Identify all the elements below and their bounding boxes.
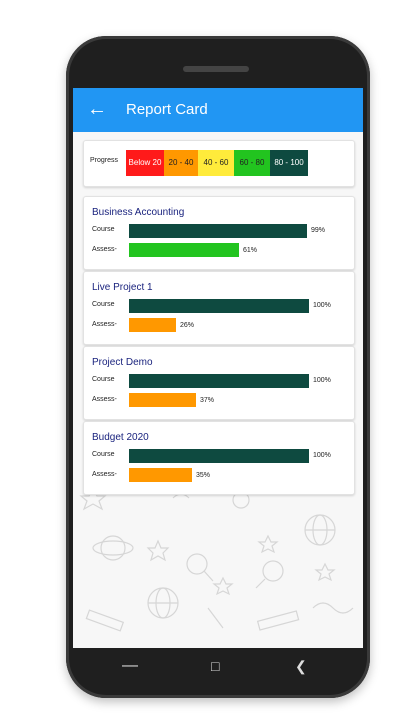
assessment-percentage: 26% (180, 322, 195, 329)
legend-range-below-20: Below 20 (126, 150, 164, 176)
ruler-doodle-icon (85, 609, 125, 632)
course-row-label: Course (92, 226, 115, 233)
magnifier-doodle-icon (262, 560, 284, 582)
assessment-percentage: 37% (200, 397, 215, 404)
assessment-percentage: 35% (196, 472, 211, 479)
course-progress-bar (129, 374, 309, 388)
course-row-label: Course (92, 376, 115, 383)
legend-range-80-100: 80 - 100 (270, 150, 308, 176)
progress-legend: Below 20 20 - 40 40 - 60 60 - 80 80 - 10… (126, 150, 308, 176)
back-triangle-icon[interactable]: ❮ (295, 658, 307, 674)
app-bar: ← Report Card (73, 88, 363, 132)
course-percentage: 100% (313, 452, 331, 459)
legend-range-60-80: 60 - 80 (234, 150, 270, 176)
atom-orbit-doodle-icon (92, 540, 134, 556)
paperclip-doodle-icon (312, 602, 354, 614)
course-title: Business Accounting (92, 207, 185, 218)
course-row-label: Course (92, 451, 115, 458)
course-card[interactable]: Budget 2020 Course 100% Assess- 35% (83, 421, 355, 495)
course-card[interactable]: Project Demo Course 100% Assess- 37% (83, 346, 355, 420)
assessment-row-label: Assess- (92, 246, 117, 253)
course-card[interactable]: Live Project 1 Course 100% Assess- 26% (83, 271, 355, 345)
star-doodle-icon (257, 534, 279, 554)
atom-doodle-icon (100, 535, 126, 561)
assessment-percentage: 61% (243, 247, 258, 254)
legend-range-20-40: 20 - 40 (164, 150, 198, 176)
star-doodle-icon (212, 576, 234, 596)
app-screen: ← Report Card Progress Below 20 20 - 40 … (73, 88, 363, 648)
star-doodle-icon (146, 539, 170, 562)
page-title: Report Card (126, 101, 208, 118)
assessment-row-label: Assess- (92, 471, 117, 478)
assessment-progress-bar (129, 243, 239, 257)
system-nav-bar: — □ ❮ (73, 648, 363, 686)
progress-legend-card: Progress Below 20 20 - 40 40 - 60 60 - 8… (83, 140, 355, 187)
assessment-row-label: Assess- (92, 396, 117, 403)
assessment-progress-bar (129, 393, 196, 407)
assessment-progress-bar (129, 468, 192, 482)
recents-square-icon[interactable]: — (122, 658, 138, 674)
course-progress-bar (129, 449, 309, 463)
course-percentage: 100% (313, 302, 331, 309)
course-progress-bar (129, 299, 309, 313)
star-doodle-icon (314, 562, 336, 582)
speaker-grille (183, 66, 249, 72)
assessment-row-label: Assess- (92, 321, 117, 328)
course-title: Live Project 1 (92, 282, 153, 293)
course-progress-bar (129, 224, 307, 238)
course-title: Project Demo (92, 357, 153, 368)
arrow-left-icon[interactable]: ← (87, 98, 107, 120)
course-percentage: 99% (311, 227, 326, 234)
ruler-doodle-icon (256, 610, 300, 631)
course-percentage: 100% (313, 377, 331, 384)
course-row-label: Course (92, 301, 115, 308)
home-icon[interactable]: □ (211, 658, 219, 674)
course-title: Budget 2020 (92, 432, 149, 443)
pencil-doodle-icon (207, 607, 224, 629)
course-card[interactable]: Business Accounting Course 99% Assess- 6… (83, 196, 355, 270)
progress-label: Progress (90, 157, 119, 164)
legend-range-40-60: 40 - 60 (198, 150, 234, 176)
assessment-progress-bar (129, 318, 176, 332)
